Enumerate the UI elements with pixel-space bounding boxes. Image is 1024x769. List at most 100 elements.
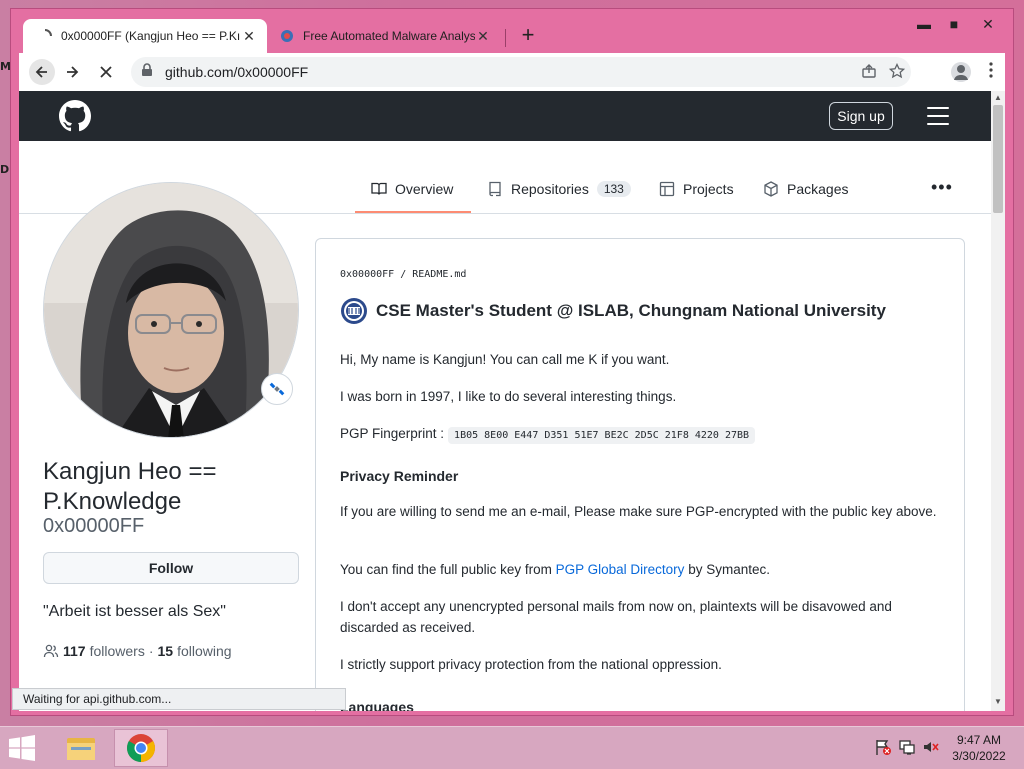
status-satellite-icon[interactable] — [261, 373, 293, 405]
tab-label: Overview — [395, 181, 454, 197]
profile-bio: "Arbeit ist besser als Sex" — [43, 603, 226, 620]
sign-up-button[interactable]: Sign up — [829, 102, 893, 130]
forward-button[interactable] — [59, 59, 85, 85]
privacy-heading: Privacy Reminder — [340, 468, 459, 484]
readme-heading: CSE Master's Student @ ISLAB, Chungnam N… — [340, 297, 886, 325]
readme-privacy-2: You can find the full public key from PG… — [340, 559, 940, 580]
windows-logo-icon — [9, 735, 35, 761]
clock-time: 9:47 AM — [956, 733, 1002, 747]
taskbar: 9:47 AM 3/30/2022 — [0, 726, 1024, 769]
tab-overview[interactable]: Overview — [371, 179, 453, 199]
menu-kebab-icon[interactable] — [981, 62, 1001, 82]
chrome-icon — [127, 734, 155, 762]
tab-title: Free Automated Malware Analys — [303, 29, 475, 43]
tab-github-profile[interactable]: 0x00000FF (Kangjun Heo == P.Kı ✕ — [23, 19, 267, 53]
readme-heading-text: CSE Master's Student @ ISLAB, Chungnam N… — [376, 301, 886, 320]
selected-tab-underline — [355, 211, 471, 213]
repo-icon — [489, 181, 501, 197]
readme-card: 0x00000FF / README.md CSE Master's Stude… — [315, 238, 965, 711]
tab-label: Repositories — [511, 181, 589, 197]
address-bar[interactable]: github.com/0x00000FF — [131, 57, 911, 87]
scroll-up-icon[interactable]: ▲ — [991, 93, 1005, 105]
chrome-button[interactable] — [114, 729, 168, 767]
pgp-fingerprint: 1B05 8E00 E447 D351 51E7 BE2C 2D5C 21F8 … — [448, 427, 756, 444]
readme-born: I was born in 1997, I like to do several… — [340, 389, 677, 404]
package-icon — [764, 181, 778, 197]
text-span: by Symantec. — [684, 562, 770, 577]
readme-breadcrumb[interactable]: 0x00000FF / README.md — [340, 269, 466, 280]
hamburger-menu-icon[interactable] — [927, 107, 949, 125]
loading-icon — [37, 28, 53, 44]
following-label: following — [177, 643, 232, 659]
start-button[interactable] — [8, 735, 40, 763]
readme-privacy-3: I don't accept any unencrypted personal … — [340, 599, 892, 635]
page-viewport: Sign up Overview Repositories 133 Projec… — [19, 91, 991, 711]
readme-intro: Hi, My name is Kangjun! You can call me … — [340, 352, 670, 367]
tab-close-icon[interactable]: ✕ — [241, 28, 257, 45]
languages-heading: Languages — [340, 699, 414, 711]
browser-status-bar: Waiting for api.github.com... — [12, 688, 346, 710]
repo-count-badge: 133 — [596, 181, 631, 197]
table-icon — [659, 181, 675, 197]
bookmark-star-icon[interactable] — [888, 62, 907, 81]
github-header: Sign up — [19, 91, 991, 141]
following-count: 15 — [157, 643, 174, 659]
url-text: github.com/0x00000FF — [165, 64, 309, 80]
share-icon[interactable] — [861, 63, 879, 81]
system-clock[interactable]: 9:47 AM 3/30/2022 — [944, 732, 1014, 764]
stop-loading-button[interactable] — [93, 59, 119, 85]
followers-count: 117 — [63, 643, 86, 659]
text-span: You can find the full public key from — [340, 562, 556, 577]
arrow-left-icon — [35, 66, 47, 78]
tab-label: Projects — [683, 181, 734, 197]
minimize-button[interactable]: ▬ — [909, 13, 939, 35]
followers-link[interactable]: 117 followers — [63, 643, 145, 659]
tab-malware-analysis[interactable]: Free Automated Malware Analys ✕ — [269, 19, 501, 53]
people-icon — [43, 644, 59, 658]
action-center-flag-icon[interactable] — [874, 738, 892, 756]
tab-label: Packages — [787, 181, 849, 197]
stats-separator: · — [148, 643, 154, 659]
tab-title: 0x00000FF (Kangjun Heo == P.Kı — [61, 29, 241, 43]
pgp-directory-link[interactable]: PGP Global Directory — [556, 562, 685, 577]
back-button[interactable] — [29, 59, 55, 85]
readme-privacy-4: I strictly support privacy protection fr… — [340, 657, 722, 672]
volume-muted-icon[interactable] — [922, 738, 940, 756]
close-window-button[interactable]: ✕ — [973, 13, 1003, 35]
readme-pgp: PGP Fingerprint :1B05 8E00 E447 D351 51E… — [340, 423, 940, 446]
readme-privacy-1: If you are willing to send me an e-mail,… — [340, 504, 937, 519]
tab-packages[interactable]: Packages — [763, 179, 848, 199]
followers-label: followers — [89, 643, 145, 659]
profile-username: 0x00000FF — [43, 515, 145, 537]
follow-button[interactable]: Follow — [43, 552, 299, 584]
file-explorer-button[interactable] — [54, 729, 108, 767]
scrollbar-thumb[interactable] — [993, 105, 1003, 213]
lock-icon — [141, 62, 155, 82]
close-icon — [100, 66, 112, 78]
profile-icon[interactable] — [951, 62, 971, 82]
book-icon — [371, 182, 387, 195]
university-logo-icon — [341, 298, 367, 324]
profile-full-name: Kangjun Heo == P.Knowledge — [43, 458, 217, 515]
network-icon[interactable] — [898, 738, 916, 756]
avatar[interactable] — [43, 182, 299, 438]
tab-separator — [505, 29, 506, 47]
browser-window: 0x00000FF (Kangjun Heo == P.Kı ✕ Free Au… — [10, 8, 1014, 716]
following-link[interactable]: 15 following — [158, 643, 232, 659]
page-scrollbar[interactable]: ▲ ▼ — [991, 91, 1005, 711]
scroll-down-icon[interactable]: ▼ — [991, 697, 1005, 709]
tab-projects[interactable]: Projects — [659, 179, 734, 199]
arrow-right-icon — [67, 66, 79, 78]
tab-repositories[interactable]: Repositories 133 — [487, 179, 631, 199]
pgp-label: PGP Fingerprint : — [340, 426, 445, 441]
folder-icon — [67, 738, 95, 760]
maximize-button[interactable]: ■ — [939, 13, 969, 35]
tab-strip: 0x00000FF (Kangjun Heo == P.Kı ✕ Free Au… — [11, 9, 1013, 53]
new-tab-button[interactable]: + — [515, 23, 541, 49]
github-logo-icon[interactable] — [59, 100, 91, 132]
browser-toolbar: github.com/0x00000FF — [19, 53, 1005, 91]
more-tabs-button[interactable]: ••• — [931, 177, 953, 198]
site-favicon-icon — [279, 28, 295, 44]
follower-stats: 117 followers · 15 following — [43, 643, 232, 659]
tab-close-icon[interactable]: ✕ — [475, 28, 491, 45]
